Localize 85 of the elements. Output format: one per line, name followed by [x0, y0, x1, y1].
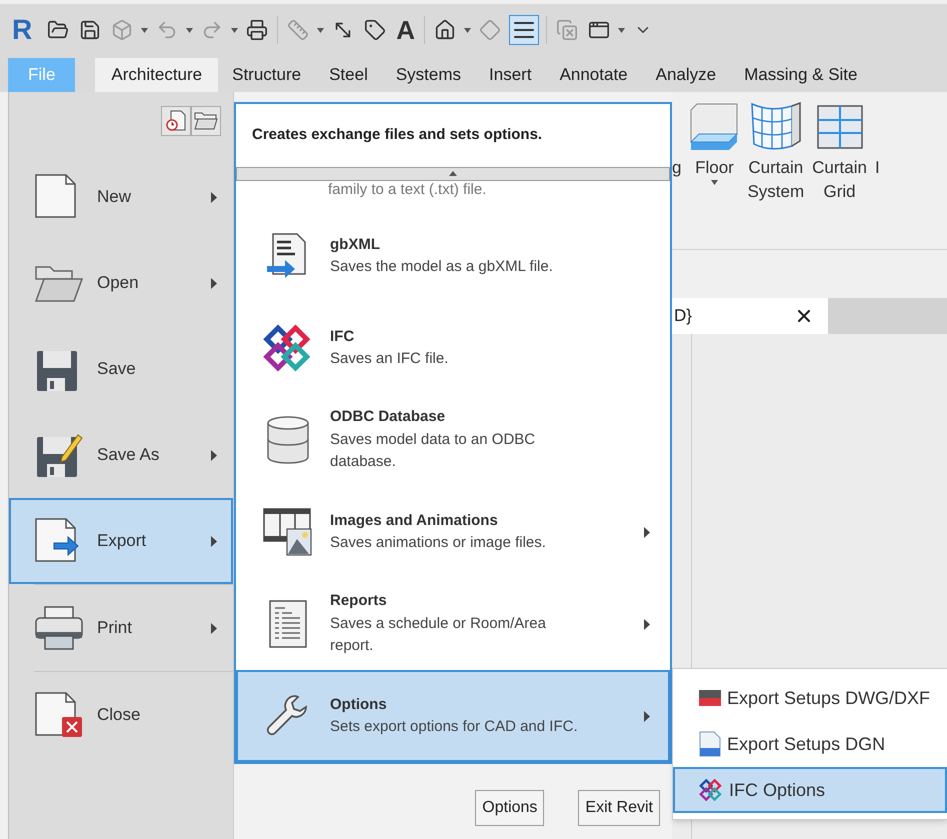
film-and-photo-icon [263, 507, 313, 557]
interlocked-diamonds-icon [263, 323, 313, 373]
ribbon-button[interactable]: Curtain System [747, 98, 804, 204]
export-option[interactable]: IFC Saves an IFC file. [236, 302, 670, 394]
option-title: Reports [330, 591, 388, 612]
submenu-arrow-icon [644, 710, 650, 722]
ribbon-tab[interactable]: Steel [315, 58, 382, 92]
caret-icon[interactable] [464, 28, 472, 32]
ribbon-tab[interactable]: Architecture [95, 58, 218, 92]
database-icon [265, 415, 311, 465]
option-description: Sets export options for CAD and IFC. [330, 717, 579, 737]
document-close-icon [34, 691, 84, 739]
submenu-item[interactable]: IFC Options [673, 767, 947, 813]
open-documents-button[interactable] [191, 106, 221, 136]
report-document-icon [267, 599, 309, 649]
menu-item[interactable]: Close [9, 672, 233, 758]
tag-icon[interactable] [364, 19, 386, 41]
ribbon-button[interactable]: Curtain Grid [812, 98, 867, 204]
caret-icon[interactable] [186, 28, 194, 32]
ribbon-tab[interactable]: Structure [218, 58, 316, 92]
menu-footer-button[interactable]: Options [475, 790, 544, 826]
curved-grid-icon [750, 102, 802, 152]
panel-title: Creates exchange files and sets options. [251, 125, 544, 145]
export-option[interactable]: Reports Saves a schedule or Room/Area report. [236, 578, 670, 670]
menu-item[interactable]: Print [9, 585, 233, 671]
document-icon [699, 731, 721, 757]
ribbon-tab[interactable]: Systems [382, 58, 476, 92]
option-title: gbXML [330, 234, 381, 254]
switch-windows-icon[interactable] [588, 19, 610, 41]
caret-icon[interactable] [618, 28, 626, 32]
app-logo[interactable]: R [12, 9, 32, 51]
save-icon[interactable] [79, 19, 102, 41]
open-folder-icon[interactable] [47, 19, 70, 41]
menu-item[interactable]: Save As [9, 412, 233, 498]
export-option[interactable]: gbXML Saves the model as a gbXML file. [236, 210, 670, 302]
menu-item[interactable]: Export [9, 498, 233, 584]
menu-item[interactable]: Save [9, 326, 233, 412]
option-title: IFC [330, 326, 356, 346]
menu-footer-button[interactable]: Exit Revit [578, 790, 660, 826]
menu-item[interactable]: New [9, 154, 233, 240]
submenu-arrow-icon [644, 618, 650, 630]
submenu-arrow-icon [211, 192, 217, 202]
printer-icon[interactable] [246, 19, 268, 41]
export-option[interactable]: ODBC Database Saves model data to an ODBC database. [236, 394, 670, 486]
option-description: Saves model data to an ODBC database. [330, 430, 536, 472]
option-title: ODBC Database [330, 407, 446, 428]
option-description: Saves the model as a gbXML file. [330, 257, 554, 277]
caret-icon[interactable] [710, 180, 718, 185]
option-title: Images and Animations [330, 510, 499, 530]
submenu-item[interactable]: Export Setups DGN [673, 721, 947, 767]
submenu-arrow-icon [211, 278, 217, 288]
recent-documents-button[interactable] [161, 106, 191, 136]
grid-icon [816, 105, 863, 149]
ribbon-tab[interactable]: Analyze [642, 58, 730, 92]
option-title: Options [330, 694, 388, 714]
ribbon-tab[interactable]: Insert [475, 58, 546, 92]
house-icon[interactable] [434, 19, 456, 41]
export-option[interactable]: Images and Animations Saves animations or image files. [236, 486, 670, 578]
caret-icon[interactable] [317, 28, 324, 32]
submenu-arrow-icon [211, 536, 217, 546]
option-description: Saves a schedule or Room/Area report. [330, 614, 547, 656]
caret-icon[interactable] [141, 28, 148, 32]
submenu-item[interactable]: Export Setups DWG/DXF [673, 675, 947, 721]
view-tab[interactable]: D} [672, 298, 828, 334]
text-tool-button[interactable]: A [396, 10, 416, 50]
cad-file-icon [699, 688, 721, 708]
option-description: Saves an IFC file. [330, 349, 450, 369]
ribbon-button[interactable]: I [874, 98, 880, 180]
cut-off-description: family to a text (.txt) file. [328, 180, 488, 198]
caret-icon[interactable] [231, 28, 238, 32]
scroll-up-bar[interactable] [236, 166, 670, 180]
printer-icon [34, 604, 84, 652]
floor-slab-icon [689, 102, 740, 152]
option-description: Saves animations or image files. [330, 533, 547, 553]
ribbon-button[interactable]: Floor [689, 98, 740, 185]
ribbon-button[interactable]: g [672, 98, 682, 180]
submenu-arrow-icon [644, 526, 650, 538]
scroll-up-icon[interactable] [449, 171, 457, 176]
submenu-arrow-icon [211, 622, 217, 634]
export-option[interactable]: Options Sets export options for CAD and IFC. [236, 670, 670, 762]
ribbon-tab[interactable]: Annotate [546, 58, 642, 92]
menu-item[interactable]: Open [9, 240, 233, 326]
submenu-arrow-icon [211, 450, 217, 460]
interlocked-diamonds-icon [699, 778, 723, 802]
ribbon-tab[interactable]: Massing & Site [730, 58, 872, 92]
